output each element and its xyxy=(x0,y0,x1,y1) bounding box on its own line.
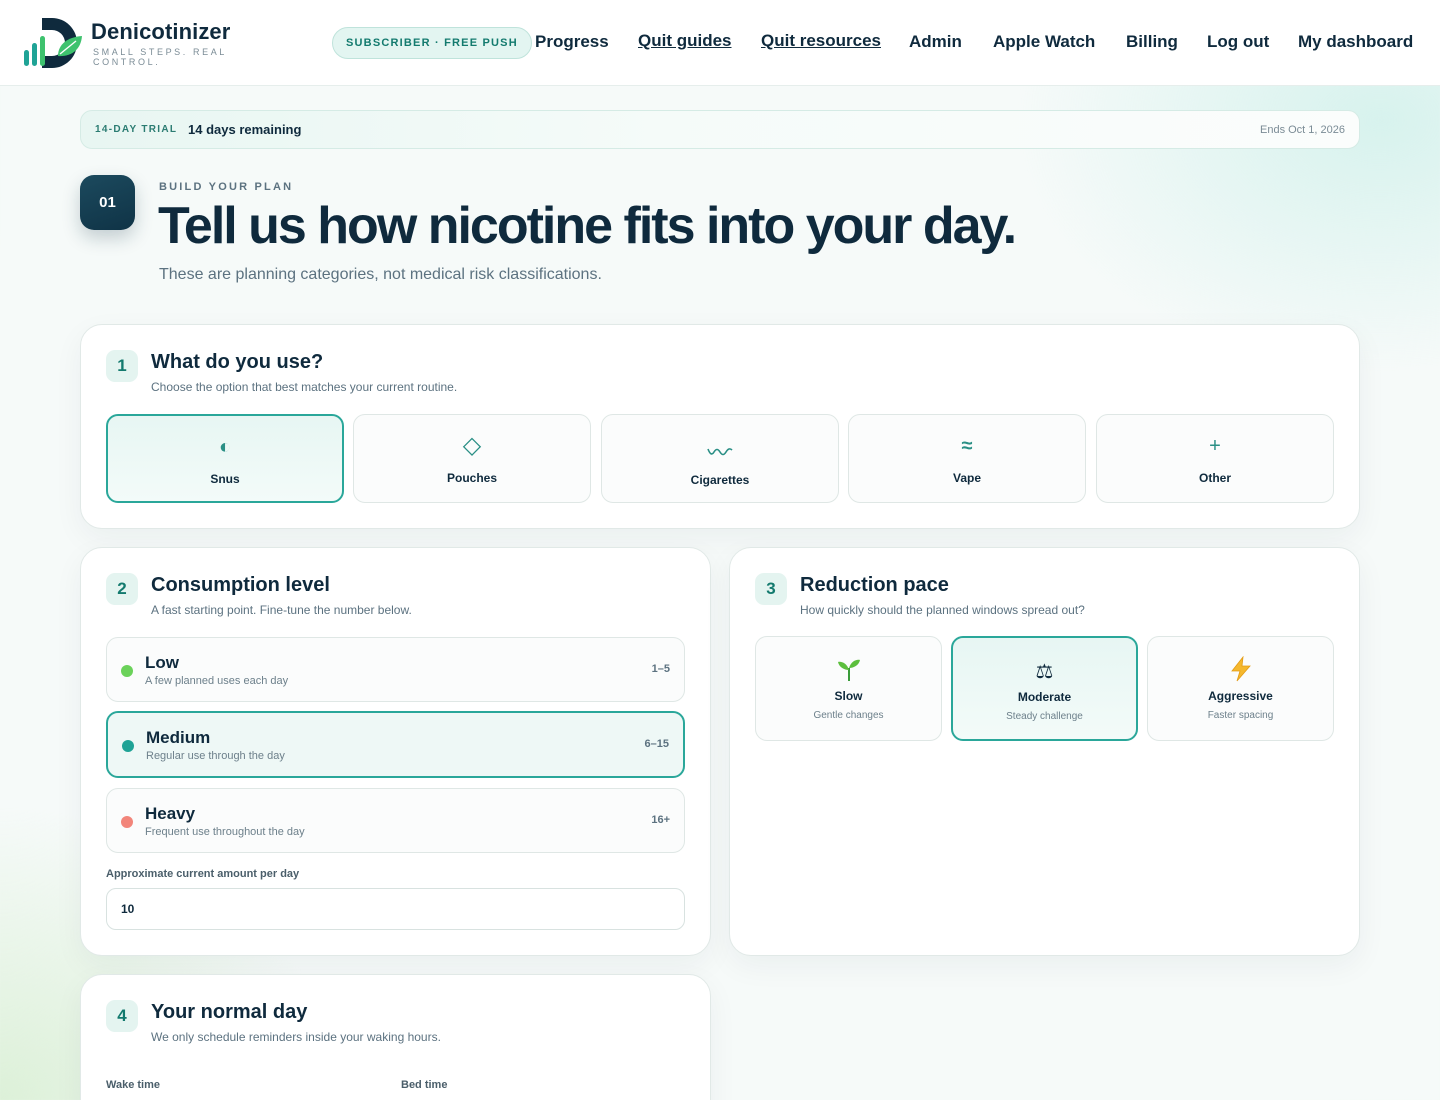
pace-description: Faster spacing xyxy=(1207,710,1274,721)
section-number: 2 xyxy=(106,573,138,605)
level-range: 6–15 xyxy=(644,738,669,750)
top-navigation-bar: Denicotinizer SMALL STEPS. REAL CONTROL.… xyxy=(0,0,1440,86)
bed-time-label: Bed time xyxy=(401,1079,448,1091)
product-option-other[interactable]: + Other xyxy=(1096,414,1334,503)
page-title: Tell us how nicotine fits into your day. xyxy=(158,197,1017,255)
section-number: 1 xyxy=(106,350,138,382)
level-description: Frequent use throughout the day xyxy=(145,826,305,838)
section-subtitle: Choose the option that best matches your… xyxy=(151,380,458,394)
denicotinizer-logo-icon xyxy=(24,18,82,68)
vapor-icon: ≈ xyxy=(961,435,973,457)
scales-icon: ⚖ xyxy=(1035,661,1054,683)
brand-tagline: SMALL STEPS. REAL CONTROL. xyxy=(93,47,227,67)
brand-name: Denicotinizer xyxy=(91,19,231,44)
level-option-low[interactable]: Low A few planned uses each day 1–5 xyxy=(106,637,685,702)
nav-quit-resources[interactable]: Quit resources xyxy=(761,31,881,51)
pace-description: Gentle changes xyxy=(813,710,884,721)
product-option-label: Cigarettes xyxy=(690,473,750,487)
level-indicator-dot xyxy=(122,740,134,752)
trial-tag: 14-DAY TRIAL xyxy=(95,124,178,135)
section-eyebrow: BUILD YOUR PLAN xyxy=(159,181,294,193)
nav-quit-guides[interactable]: Quit guides xyxy=(638,31,732,51)
product-option-label: Snus xyxy=(210,472,240,486)
nav-my-dashboard[interactable]: My dashboard xyxy=(1298,32,1413,52)
level-range: 1–5 xyxy=(651,663,670,675)
section-subtitle: How quickly should the planned windows s… xyxy=(800,603,1085,617)
pace-name: Aggressive xyxy=(1208,689,1273,703)
consumption-level-card: 2 Consumption level A fast starting poin… xyxy=(80,547,711,956)
section-number: 3 xyxy=(755,573,787,605)
trial-banner: 14-DAY TRIAL 14 days remaining Ends Oct … xyxy=(80,110,1360,149)
subscription-status-badge: SUBSCRIBER · FREE PUSH xyxy=(332,27,532,59)
pace-name: Slow xyxy=(834,689,863,703)
half-circle-icon: ◐ xyxy=(218,436,232,458)
amount-per-day-input[interactable] xyxy=(106,888,685,930)
pace-option-moderate[interactable]: ⚖ Moderate Steady challenge xyxy=(951,636,1138,741)
product-option-vape[interactable]: ≈ Vape xyxy=(848,414,1086,503)
nav-apple-watch[interactable]: Apple Watch xyxy=(993,32,1095,52)
normal-day-card: 4 Your normal day We only schedule remin… xyxy=(80,974,711,1100)
level-option-heavy[interactable]: Heavy Frequent use throughout the day 16… xyxy=(106,788,685,853)
section-subtitle: A fast starting point. Fine-tune the num… xyxy=(151,603,412,617)
diamond-icon: ◇ xyxy=(462,432,482,459)
step-number-badge: 01 xyxy=(80,175,135,230)
pace-name: Moderate xyxy=(1017,690,1072,704)
page-subtitle: These are planning categories, not medic… xyxy=(159,266,602,283)
level-description: A few planned uses each day xyxy=(145,675,289,687)
brand-logo[interactable]: Denicotinizer SMALL STEPS. REAL CONTROL. xyxy=(22,16,282,70)
product-option-cigarettes[interactable]: Cigarettes xyxy=(601,414,839,503)
level-name: Heavy xyxy=(145,804,196,823)
product-option-snus[interactable]: ◐ Snus xyxy=(106,414,344,503)
product-option-label: Pouches xyxy=(446,471,497,485)
lightning-icon xyxy=(1148,655,1333,682)
plus-icon: + xyxy=(1209,435,1221,457)
trial-end-date: Ends Oct 1, 2026 xyxy=(1260,124,1345,136)
product-type-card: 1 What do you use? Choose the option tha… xyxy=(80,324,1360,529)
amount-field-label: Approximate current amount per day xyxy=(106,868,300,880)
section-title: Your normal day xyxy=(151,1001,308,1023)
section-number: 4 xyxy=(106,1000,138,1032)
level-description: Regular use through the day xyxy=(146,750,285,762)
trial-days-remaining: 14 days remaining xyxy=(188,122,302,137)
pace-option-slow[interactable]: Slow Gentle changes xyxy=(755,636,942,741)
seedling-icon xyxy=(756,656,941,682)
product-option-pouches[interactable]: ◇ Pouches xyxy=(353,414,591,503)
level-indicator-dot xyxy=(121,665,133,677)
level-range: 16+ xyxy=(651,814,670,826)
level-option-medium[interactable]: Medium Regular use through the day 6–15 xyxy=(106,711,685,778)
product-option-label: Vape xyxy=(952,471,982,485)
nav-progress[interactable]: Progress xyxy=(535,32,609,52)
wake-time-label: Wake time xyxy=(106,1079,161,1091)
pace-description: Steady challenge xyxy=(1006,711,1083,722)
pace-option-aggressive[interactable]: Aggressive Faster spacing xyxy=(1147,636,1334,741)
product-option-label: Other xyxy=(1198,471,1231,485)
level-name: Medium xyxy=(146,728,211,747)
section-title: What do you use? xyxy=(151,351,324,373)
level-name: Low xyxy=(145,653,179,672)
nav-admin[interactable]: Admin xyxy=(909,32,962,52)
nav-billing[interactable]: Billing xyxy=(1126,32,1178,52)
smoke-wave-icon xyxy=(602,441,838,465)
level-indicator-dot xyxy=(121,816,133,828)
nav-log-out[interactable]: Log out xyxy=(1207,32,1269,52)
section-title: Consumption level xyxy=(151,574,330,596)
section-title: Reduction pace xyxy=(800,574,949,596)
section-subtitle: We only schedule reminders inside your w… xyxy=(151,1030,441,1044)
reduction-pace-card: 3 Reduction pace How quickly should the … xyxy=(729,547,1360,956)
